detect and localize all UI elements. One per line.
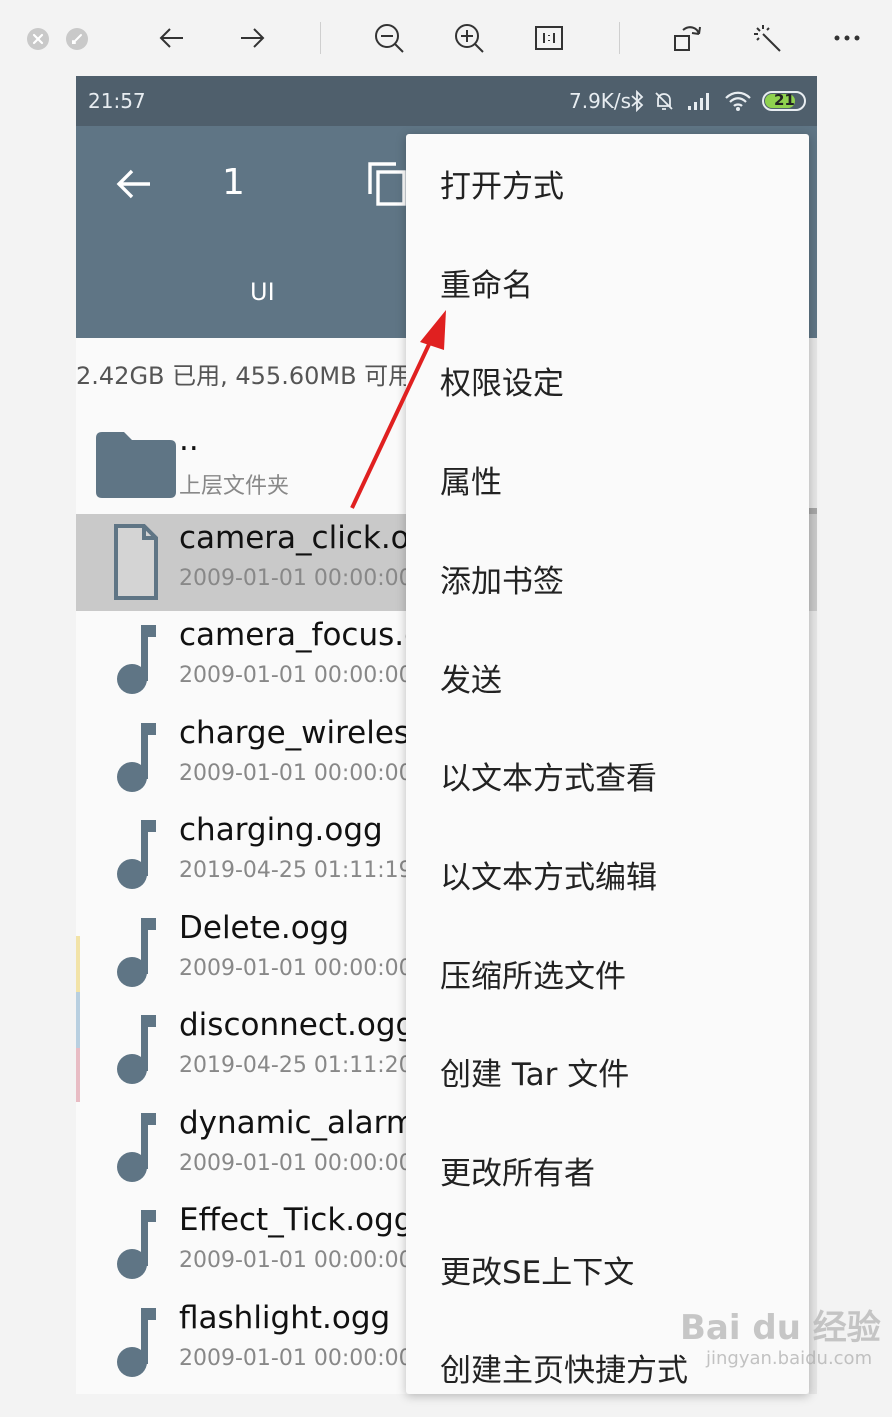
menu-item-11[interactable]: 更改所有者	[406, 1121, 809, 1220]
toolbar-divider	[619, 22, 620, 54]
zoom-out-button[interactable]	[369, 18, 409, 58]
music-note-icon	[94, 1302, 174, 1382]
more-dots-icon	[834, 35, 860, 41]
music-note-icon	[94, 619, 174, 699]
rotate-button[interactable]	[667, 18, 707, 58]
copy-icon[interactable]	[366, 160, 410, 208]
watermark-url: jingyan.baidu.com	[706, 1348, 873, 1369]
image-viewer-toolbar	[0, 0, 892, 76]
zoom-in-icon	[455, 24, 484, 53]
network-speed: 7.9K/s	[569, 89, 632, 113]
arrow-right-icon	[241, 28, 265, 48]
music-note-icon	[94, 1204, 174, 1284]
file-meta: 2019-04-25 01:11:19 4	[179, 858, 434, 883]
selection-count: 1	[222, 162, 245, 203]
file-name: charging.ogg	[179, 812, 383, 848]
file-name: disconnect.ogg	[179, 1007, 416, 1043]
menu-item-8[interactable]: 以文本方式编辑	[406, 825, 809, 924]
back-button[interactable]	[152, 18, 192, 58]
menu-item-6[interactable]: 发送	[406, 628, 809, 727]
file-name: Effect_Tick.ogg	[179, 1202, 414, 1238]
file-name: ..	[179, 422, 199, 458]
alarm-off-icon	[655, 92, 673, 110]
music-note-icon	[94, 1009, 174, 1089]
arrow-left-icon	[159, 28, 183, 48]
close-window-button[interactable]	[27, 28, 49, 50]
file-meta: 2009-01-01 00:00:00 2	[179, 1150, 434, 1176]
storage-info: 2.42GB 已用, 455.60MB 可用	[76, 362, 413, 390]
menu-item-3[interactable]: 权限设定	[406, 331, 809, 430]
magic-wand-icon	[754, 25, 781, 52]
folder-icon	[94, 424, 176, 504]
file-meta: 2009-01-01 00:00:00 2	[179, 955, 434, 981]
actual-size-icon	[535, 26, 563, 50]
music-note-icon	[94, 1107, 174, 1187]
zoom-in-button[interactable]	[449, 18, 489, 58]
toolbar-divider	[320, 22, 321, 54]
forward-button[interactable]	[232, 18, 272, 58]
file-meta: 2009-01-01 00:00:00 1	[179, 565, 434, 591]
menu-item-4[interactable]: 属性	[406, 430, 809, 529]
battery-level: 21	[774, 91, 795, 109]
menu-item-7[interactable]: 以文本方式查看	[406, 726, 809, 825]
file-name: Delete.ogg	[179, 909, 350, 946]
menu-item-5[interactable]: 添加书签	[406, 529, 809, 628]
music-note-icon	[94, 814, 174, 894]
signal-icon	[688, 93, 709, 110]
status-bar: 21:57 7.9K/s 21	[76, 76, 817, 126]
file-meta: 2009-01-01 00:00:00 4	[179, 760, 434, 786]
file-meta: 2009-01-01 00:00:00 1	[179, 1345, 434, 1371]
close-icon	[32, 33, 44, 45]
enhance-button[interactable]	[747, 18, 787, 58]
menu-item-10[interactable]: 创建 Tar 文件	[406, 1022, 809, 1121]
back-arrow-icon[interactable]	[114, 164, 154, 204]
more-options-button[interactable]	[827, 18, 867, 58]
file-meta: 2009-01-01 00:00:00 5	[179, 663, 434, 688]
tab-ui[interactable]: UI	[250, 278, 275, 306]
status-time: 21:57	[88, 89, 146, 113]
file-icon	[94, 522, 174, 602]
file-name: flashlight.ogg	[179, 1299, 391, 1336]
battery-indicator: 21	[762, 91, 806, 111]
music-note-icon	[94, 717, 174, 797]
menu-item-9[interactable]: 压缩所选文件	[406, 924, 809, 1023]
minimize-icon	[72, 34, 82, 44]
file-meta: 2009-01-01 00:00:00 7	[179, 1248, 434, 1273]
menu-item-2[interactable]: 重命名	[406, 233, 809, 332]
file-meta: 上层文件夹	[179, 474, 290, 499]
music-note-icon	[94, 912, 174, 992]
menu-item-1[interactable]: 打开方式	[406, 134, 809, 233]
rotate-icon	[674, 26, 701, 51]
actual-size-button[interactable]	[529, 18, 569, 58]
bluetooth-icon	[631, 90, 644, 112]
zoom-out-icon	[375, 24, 404, 53]
wifi-icon	[725, 91, 751, 111]
minimize-window-button[interactable]	[66, 28, 88, 50]
context-menu: 打开方式 重命名 权限设定 属性 添加书签 发送 以文本方式查看 以文本方式编辑 压缩所选文件创…	[406, 134, 809, 1394]
file-meta: 2019-04-25 01:11:20 3	[179, 1053, 434, 1078]
watermark-brand: Bai du 经验	[680, 1308, 881, 1348]
